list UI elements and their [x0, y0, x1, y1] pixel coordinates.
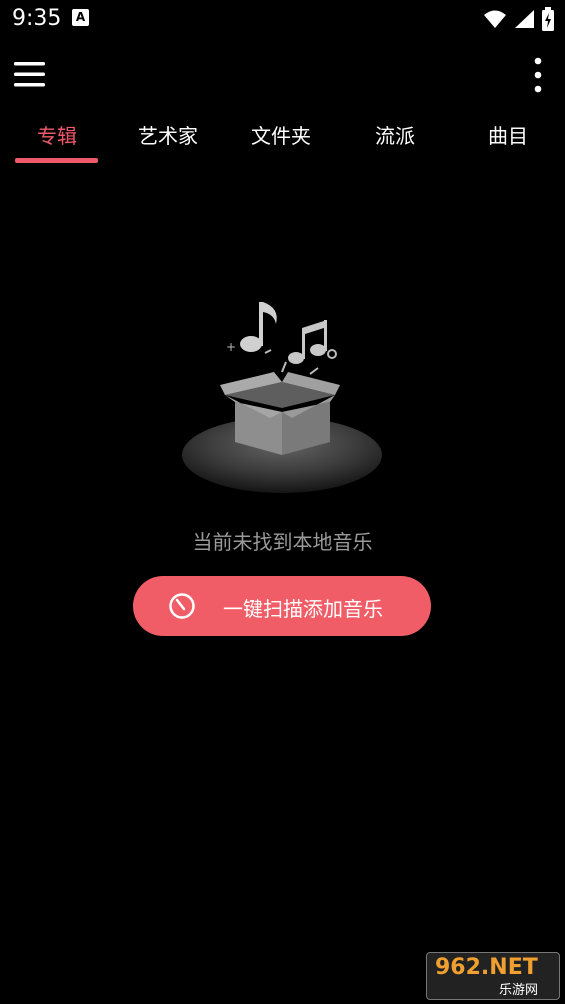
- status-icons: [483, 6, 555, 32]
- wifi-icon: [484, 10, 506, 28]
- hamburger-menu-icon[interactable]: [12, 60, 48, 90]
- status-bar: 9:35 A: [0, 0, 565, 40]
- tab-albums[interactable]: 专辑: [37, 120, 77, 149]
- tab-folders[interactable]: 文件夹: [251, 120, 311, 149]
- signal-icon: [515, 10, 534, 28]
- tab-genres[interactable]: 流派: [375, 120, 415, 149]
- status-time: 9:35: [12, 6, 62, 31]
- watermark-main: 962.NET: [435, 955, 538, 980]
- notification-icon: A: [72, 9, 89, 26]
- battery-icon: [542, 7, 554, 31]
- more-vertical-icon[interactable]: [531, 56, 545, 94]
- scan-icon: [169, 593, 195, 619]
- scan-add-music-button[interactable]: 一键扫描添加音乐: [133, 576, 431, 636]
- tab-indicator: [15, 158, 98, 163]
- tab-tracks[interactable]: 曲目: [488, 120, 528, 149]
- scan-button-label: 一键扫描添加音乐: [223, 597, 383, 621]
- toolbar: [0, 40, 565, 110]
- empty-music-box-illustration: +: [182, 302, 382, 493]
- svg-text:+: +: [226, 340, 236, 354]
- watermark-sub: 乐游网: [499, 983, 539, 998]
- watermark-logo: 962.NET 乐游网: [426, 952, 560, 1000]
- tab-artists[interactable]: 艺术家: [138, 120, 198, 149]
- tab-bar: 专辑 艺术家 文件夹 流派 曲目: [0, 110, 565, 166]
- empty-state-message: 当前未找到本地音乐: [192, 530, 373, 554]
